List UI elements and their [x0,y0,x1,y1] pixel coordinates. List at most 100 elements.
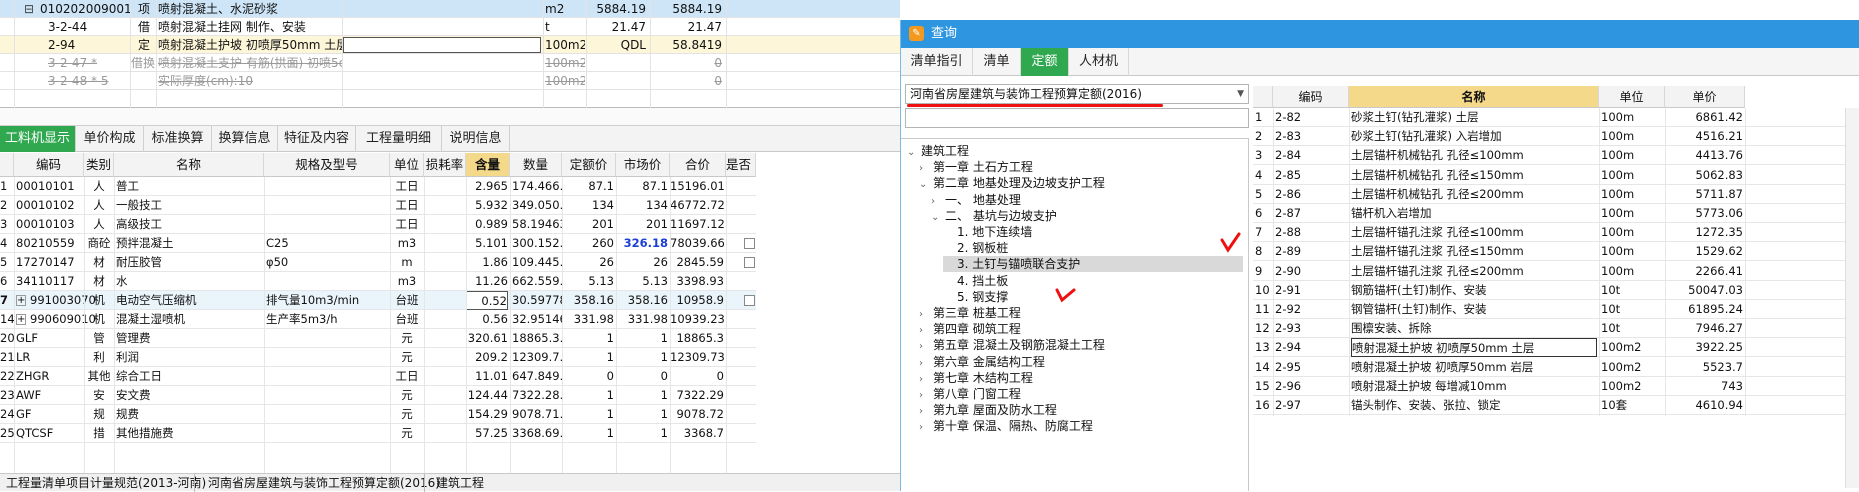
tab-material-display[interactable]: 工料机显示 [0,126,76,152]
row-content[interactable]: 0.56 [466,310,508,329]
row-content[interactable]: 0.989 [466,215,508,234]
tree-node[interactable]: 1. 地下连续墙 [943,224,1243,240]
table-row[interactable]: 1 2-82 砂浆土钉(钻孔灌浆) 土层 100m 6861.42 [1253,108,1859,127]
row-content[interactable]: 5.101 [466,234,508,253]
table-row[interactable]: 8 2-89 土层锚杆锚孔注浆 孔径≤150mm 100m 1529.62 [1253,242,1859,262]
header-unit[interactable]: 单位 [390,153,424,177]
header-quantity[interactable]: 数量 [510,153,562,177]
header-unit[interactable]: 单位 [1599,86,1665,108]
row-market-price[interactable]: 1 [616,329,668,348]
table-row[interactable]: 7 2-88 土层锚杆锚孔注浆 孔径≤100mm 100m 1272.35 [1253,223,1859,243]
header-category[interactable]: 类别 [84,153,114,177]
row-market-price[interactable]: 331.98 [616,310,668,329]
vertical-scrollbar[interactable] [1845,108,1859,488]
temporary-checkbox[interactable] [744,295,755,306]
row-market-price[interactable]: 326.18 [616,234,668,253]
row-market-price[interactable]: 5.13 [616,272,668,291]
row-market-price[interactable]: 1 [616,386,668,405]
row-content[interactable]: 0.52 [466,291,508,310]
chevron-down-icon[interactable]: ▼ [1237,85,1244,103]
row-market-price[interactable]: 0 [616,367,668,386]
header-price[interactable]: 单价 [1665,86,1745,108]
table-row[interactable]: 3-2-44 借 喷射混凝土挂网 制作、安装 t 21.47 21.47 [0,18,900,36]
tree-node[interactable]: › 第四章 砌筑工程 [919,321,1243,337]
header-temporary[interactable]: 是否暂 [726,153,756,177]
tree-node[interactable]: ⌄ 第二章 地基处理及边坡支护工程 [919,175,1243,191]
table-row[interactable]: 14 2-95 喷射混凝土护坡 初喷厚50mm 岩层 100m2 5523.7 [1253,358,1859,377]
tree-node[interactable]: › 第一章 土石方工程 [919,159,1243,175]
tree-node[interactable]: 2. 钢板桩 [943,240,1243,256]
temporary-checkbox[interactable] [744,238,755,249]
table-row[interactable]: 4 2-85 土层锚杆机械钻孔 孔径≤150mm 100m 5062.83 [1253,166,1859,185]
table-row[interactable]: 16 2-97 锚头制作、安装、张拉、锁定 10套 4610.94 [1253,396,1859,415]
tab-features[interactable]: 特征及内容 [278,126,356,152]
table-row[interactable]: 6 2-87 锚杆机入岩增加 100m 5773.06 [1253,204,1859,223]
tree-node[interactable]: 3. 土钉与锚喷联合支护 [943,256,1243,273]
row-content[interactable]: 57.25 [466,424,508,443]
quota-library-select[interactable]: 河南省房屋建筑与装饰工程预算定额(2016) ▼ [905,84,1249,104]
header-loss-rate[interactable]: 损耗率 [424,153,466,177]
header-total[interactable]: 合价 [670,153,726,177]
row-edit-field[interactable] [343,37,541,53]
row-content[interactable]: 124.44 [466,386,508,405]
table-row[interactable]: 3-2-47 * 借换 喷射混凝土支护 有筋(拱面) 初喷5cm 100m2 0 [0,54,900,72]
search-input[interactable] [905,108,1249,128]
tab-list-guide[interactable]: 清单指引 [901,48,973,76]
row-market-price[interactable]: 1 [616,424,668,443]
table-row[interactable]: ⊟ 010202009001 项 喷射混凝土、水泥砂浆 m2 5884.19 5… [0,0,900,18]
row-content[interactable]: 209.2 [466,348,508,367]
header-code[interactable]: 编码 [14,153,84,177]
row-market-price[interactable]: 1 [616,348,668,367]
row-market-price[interactable]: 26 [616,253,668,272]
chevron-right-icon[interactable]: › [919,420,933,436]
header-name[interactable]: 名称 [114,153,264,177]
tree-node[interactable]: › 第七章 木结构工程 [919,370,1243,386]
expand-icon[interactable]: + [16,295,26,306]
tab-quantity-detail[interactable]: 工程量明细 [356,126,442,152]
row-market-price[interactable]: 1 [616,405,668,424]
row-content[interactable]: 2.965 [466,177,508,196]
row-content[interactable]: 154.29 [466,405,508,424]
tab-price-composition[interactable]: 单价构成 [76,126,144,152]
row-content[interactable]: 1.86 [466,253,508,272]
table-row[interactable]: 13 2-94 喷射混凝土护坡 初喷厚50mm 土层 100m2 3922.25 [1253,338,1859,358]
table-row[interactable]: 3-2-48 * 5 实际厚度(cm):10 100m2 0 [0,72,900,90]
tree-node[interactable]: › 第九章 屋面及防水工程 [919,402,1243,418]
row-content[interactable]: 320.61 [466,329,508,348]
tree-node[interactable]: ⌄ 二、 基坑与边坡支护 [931,208,1243,224]
tree-node[interactable]: › 第八章 门窗工程 [919,386,1243,402]
tab-quota[interactable]: 定额 [1021,48,1069,76]
tree-node[interactable]: ⌄ 建筑工程 [907,143,1243,159]
table-row[interactable]: 15 2-96 喷射混凝土护坡 每增减10mm 100m2 743 [1253,377,1859,396]
expand-icon[interactable]: + [16,314,26,325]
row-market-price[interactable]: 87.1 [616,177,668,196]
header-quota-price[interactable]: 定额价 [562,153,616,177]
tree-node[interactable]: › 第三章 桩基工程 [919,305,1243,321]
table-row[interactable]: 5 2-86 土层锚杆机械钻孔 孔径≤200mm 100m 5711.87 [1253,185,1859,204]
table-row[interactable]: 9 2-90 土层锚杆锚孔注浆 孔径≤200mm 100m 2266.41 [1253,262,1859,281]
tree-node[interactable]: 4. 挡土板 [943,273,1243,289]
row-market-price[interactable]: 201 [616,215,668,234]
tree-node[interactable]: 5. 钢支撑 [943,289,1243,305]
tree-node[interactable]: › 第十章 保温、隔热、防腐工程 [919,418,1243,434]
table-row[interactable]: 10 2-91 钢筋锚杆(土钉)制作、安装 10t 50047.03 [1253,281,1859,300]
header-code[interactable]: 编码 [1273,86,1349,108]
temporary-checkbox[interactable] [744,257,755,268]
header-content[interactable]: 含量 [466,153,510,177]
tree-node[interactable]: › 第五章 混凝土及钢筋混凝土工程 [919,337,1243,353]
row-market-price[interactable]: 134 [616,196,668,215]
horizontal-scrollbar[interactable] [0,108,900,126]
table-row[interactable]: 12 2-93 围檩安装、拆除 10t 7946.27 [1253,319,1859,339]
tab-standard-conversion[interactable]: 标准换算 [144,126,212,152]
row-content[interactable]: 11.01 [466,367,508,386]
row-market-price[interactable]: 358.16 [616,291,668,310]
tab-labor-material-machine[interactable]: 人材机 [1069,48,1129,76]
table-row[interactable]: 2 2-83 砂浆土钉(钻孔灌浆) 入岩增加 100m 4516.21 [1253,127,1859,147]
header-market-price[interactable]: 市场价 [616,153,670,177]
tree-node[interactable]: › 第六章 金属结构工程 [919,354,1243,370]
tab-description[interactable]: 说明信息 [442,126,510,152]
tab-list[interactable]: 清单 [973,48,1021,76]
row-content[interactable]: 11.26 [466,272,508,291]
table-row[interactable]: 3 2-84 土层锚杆机械钻孔 孔径≤100mm 100m 4413.76 [1253,146,1859,166]
header-spec[interactable]: 规格及型号 [264,153,390,177]
